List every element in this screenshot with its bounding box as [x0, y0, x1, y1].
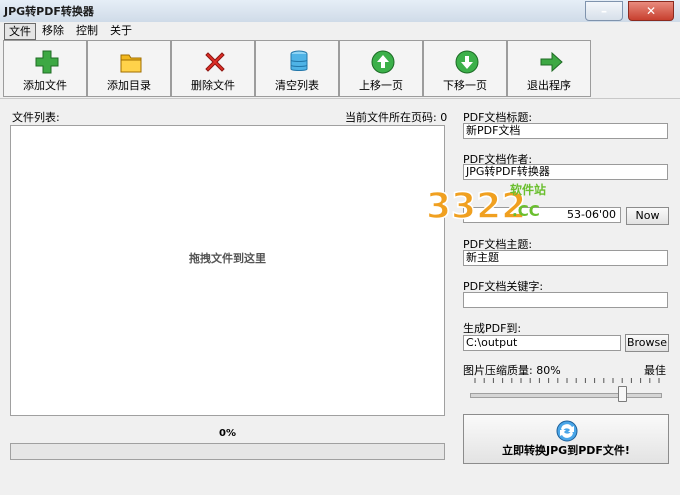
move-up-button[interactable]: 上移一页: [339, 40, 423, 97]
drop-hint: 拖拽文件到这里: [189, 252, 266, 265]
clear-list-label: 清空列表: [275, 79, 319, 92]
pdf-subject-input[interactable]: 新主题: [463, 250, 668, 266]
quality-slider-track[interactable]: [470, 393, 662, 398]
file-drop-area[interactable]: 拖拽文件到这里: [10, 125, 445, 416]
add-file-button[interactable]: 添加文件: [3, 40, 87, 97]
site-watermark-logo: 3322 软件站 .CC: [425, 182, 546, 226]
menu-control[interactable]: 控制: [72, 23, 102, 38]
menu-about[interactable]: 关于: [106, 23, 136, 38]
quality-slider-ticks: [474, 378, 660, 383]
menu-remove[interactable]: 移除: [38, 23, 68, 38]
title-bar[interactable]: JPG转PDF转换器 – ✕: [0, 0, 680, 23]
minimize-icon: –: [601, 4, 607, 18]
watermark-tag: 软件站: [510, 182, 546, 197]
current-page-label: 当前文件所在页码: 0: [345, 111, 448, 124]
output-path-input[interactable]: C:\output: [463, 335, 621, 351]
move-up-label: 上移一页: [359, 79, 403, 92]
close-button[interactable]: ✕: [628, 1, 674, 21]
plus-icon: [35, 50, 59, 74]
add-file-label: 添加文件: [23, 79, 67, 92]
clear-list-button[interactable]: 清空列表: [255, 40, 339, 97]
convert-icon: [556, 420, 578, 442]
convert-label: 立即转换JPG到PDF文件!: [502, 444, 630, 457]
pdf-keywords-input[interactable]: [463, 292, 668, 308]
quality-max-label: 最佳: [644, 364, 666, 377]
move-down-label: 下移一页: [443, 79, 487, 92]
delete-x-icon: [205, 52, 225, 72]
arrow-up-icon: [371, 50, 395, 74]
browse-button[interactable]: Browse: [625, 334, 669, 352]
quality-slider-thumb[interactable]: [618, 386, 627, 402]
convert-button[interactable]: 立即转换JPG到PDF文件!: [463, 414, 669, 464]
move-down-button[interactable]: 下移一页: [423, 40, 507, 97]
progress-bar: [10, 443, 445, 460]
progress-text: 0%: [219, 428, 236, 439]
now-button[interactable]: Now: [626, 207, 669, 225]
close-icon: ✕: [645, 4, 657, 18]
watermark-domain: .CC: [512, 202, 540, 220]
window-title: JPG转PDF转换器: [4, 5, 94, 18]
add-folder-button[interactable]: 添加目录: [87, 40, 171, 97]
exit-button[interactable]: 退出程序: [507, 40, 591, 97]
delete-file-label: 删除文件: [191, 79, 235, 92]
minimize-button[interactable]: –: [585, 1, 623, 21]
menu-file[interactable]: 文件: [4, 23, 36, 40]
exit-label: 退出程序: [527, 79, 571, 92]
output-path-label: 生成PDF到:: [463, 322, 522, 335]
file-list-label: 文件列表:: [12, 111, 60, 124]
exit-arrow-icon: [540, 51, 563, 73]
menu-bar: 文件 移除 控制 关于: [0, 22, 680, 40]
toolbar: 添加文件 添加目录 删除文件 清空列表 上移一页 下移一页 退出程序: [0, 40, 680, 99]
folder-icon: [120, 54, 142, 73]
delete-file-button[interactable]: 删除文件: [171, 40, 255, 97]
add-folder-label: 添加目录: [107, 79, 151, 92]
clear-list-icon: [290, 50, 308, 71]
arrow-down-icon: [455, 50, 479, 74]
pdf-date-value: 53-06'00: [567, 208, 616, 221]
pdf-title-input[interactable]: 新PDF文档: [463, 123, 668, 139]
quality-label: 图片压缩质量: 80%: [463, 364, 561, 377]
